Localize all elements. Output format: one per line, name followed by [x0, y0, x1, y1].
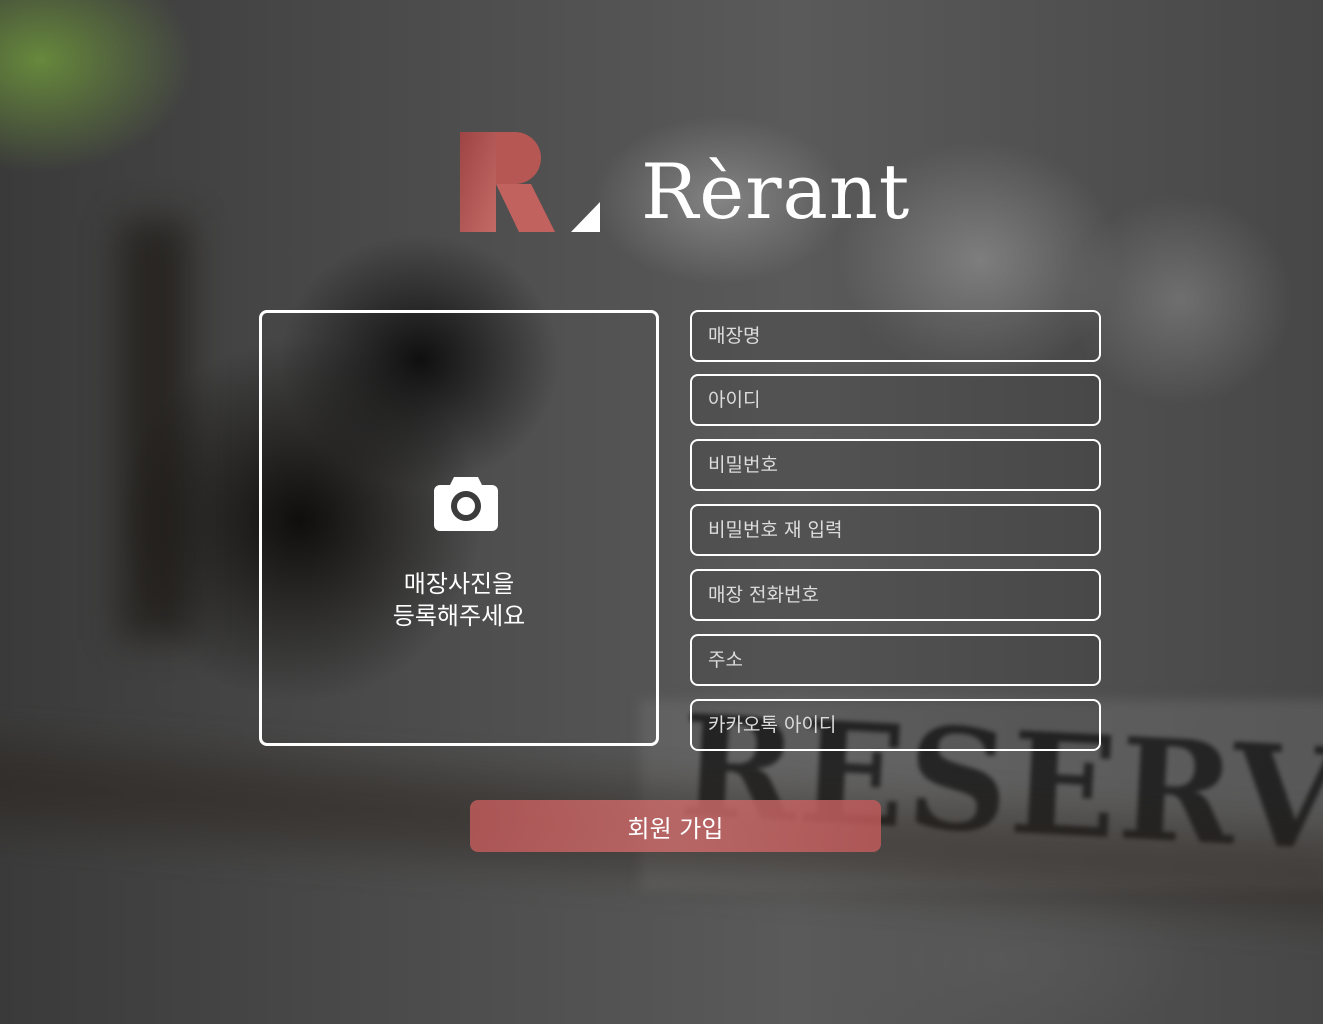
- photo-upload-label: 매장사진을 등록해주세요: [392, 570, 526, 630]
- brand-name: Rèrant: [641, 147, 911, 236]
- password-field[interactable]: [690, 439, 1101, 491]
- store-phone-field[interactable]: [690, 569, 1101, 621]
- camera-icon: [434, 477, 498, 531]
- user-id-field[interactable]: [690, 374, 1101, 426]
- brand-logo: Rèrant: [459, 128, 910, 236]
- store-name-field[interactable]: [690, 310, 1101, 362]
- store-photo-upload[interactable]: 매장사진을 등록해주세요: [259, 310, 659, 746]
- background-shadow: [120, 220, 190, 640]
- r-logo-mark-icon: [460, 132, 600, 232]
- signup-button[interactable]: 회원 가입: [470, 800, 881, 852]
- address-field[interactable]: [690, 634, 1101, 686]
- password-confirm-field[interactable]: [690, 504, 1101, 556]
- kakao-id-field[interactable]: [690, 699, 1101, 751]
